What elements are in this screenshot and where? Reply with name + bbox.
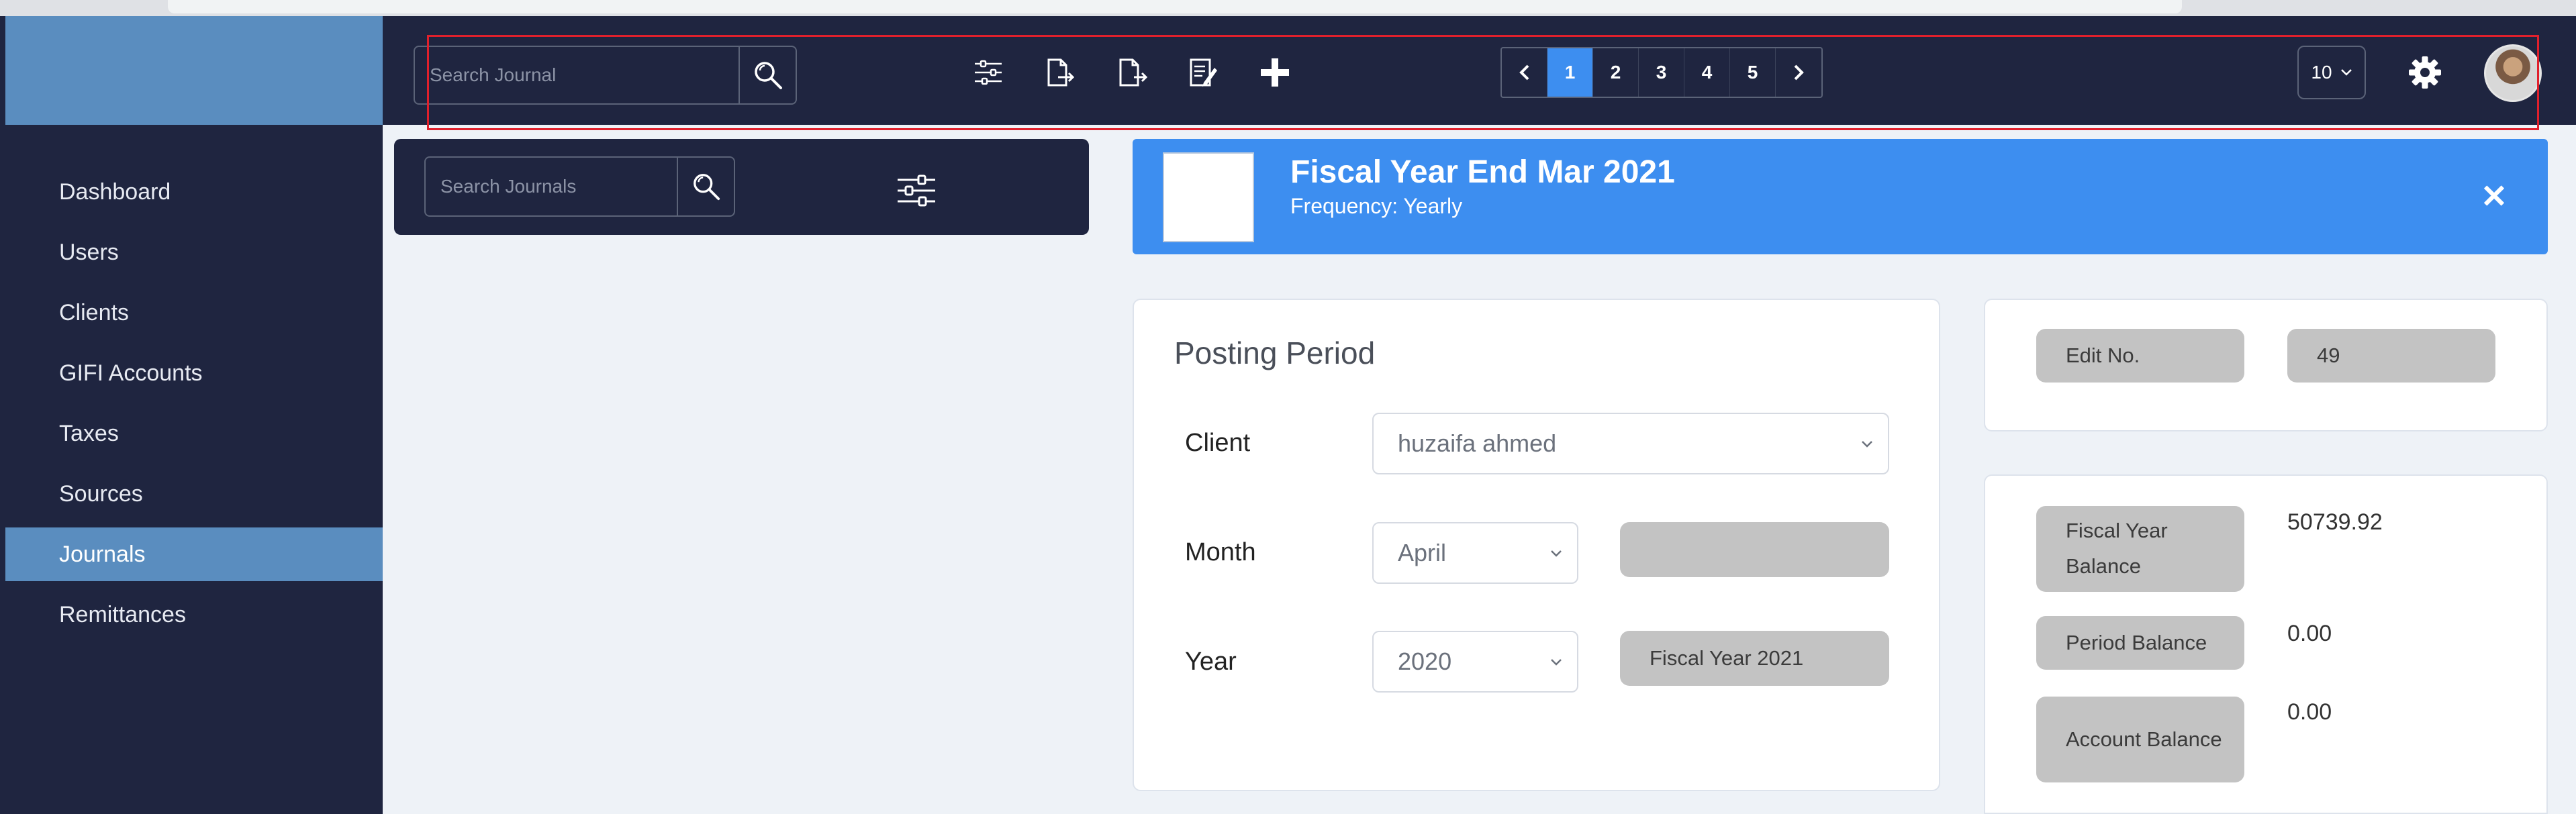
export-file-icon <box>1047 58 1075 87</box>
sidebar-item-label: Journals <box>59 541 146 567</box>
sidebar-nav: Dashboard Users Clients GIFI Accounts Ta… <box>5 165 383 648</box>
journal-title: Fiscal Year End Mar 2021 <box>1290 154 1675 190</box>
page-2-button[interactable]: 2 <box>1593 48 1639 97</box>
balances-card: Fiscal Year Balance 50739.92 Period Bala… <box>1984 474 2548 814</box>
month-select[interactable]: April <box>1372 522 1578 584</box>
gear-icon <box>2409 56 2441 89</box>
search-icon <box>693 174 720 201</box>
brand-area <box>5 16 383 125</box>
client-label: Client <box>1185 429 1251 457</box>
filter-sliders-icon <box>898 174 935 207</box>
per-page-value: 10 <box>2311 62 2332 83</box>
address-bar[interactable] <box>168 0 2182 13</box>
account-balance-value: 0.00 <box>2287 699 2332 725</box>
account-balance-label: Account Balance <box>2036 697 2244 782</box>
period-balance-label: Period Balance <box>2036 616 2244 670</box>
plus-icon <box>1261 58 1289 87</box>
sidebar-item-label: Sources <box>59 480 143 507</box>
month-value: April <box>1398 539 1447 566</box>
page-5-button[interactable]: 5 <box>1730 48 1776 97</box>
client-select[interactable]: huzaifa ahmed <box>1372 413 1889 474</box>
edit-number-value: 49 <box>2287 329 2495 383</box>
sidebar-item-label: Users <box>59 239 119 265</box>
sidebar-item-label: Remittances <box>59 601 186 627</box>
edit-number-label: Edit No. <box>2036 329 2244 383</box>
next-page-button[interactable] <box>1776 48 1821 97</box>
journal-header: Fiscal Year End Mar 2021 Frequency: Year… <box>1133 139 2548 254</box>
chevron-down-icon <box>1551 659 1562 666</box>
page-1-button[interactable]: 1 <box>1547 48 1593 97</box>
sidebar-item-remittances[interactable]: Remittances <box>5 588 383 642</box>
user-avatar[interactable] <box>2484 44 2542 102</box>
card-title: Posting Period <box>1174 336 1376 370</box>
search-button[interactable] <box>738 47 796 103</box>
import-button[interactable] <box>1112 52 1152 93</box>
search-icon <box>754 62 782 89</box>
chevron-left-icon <box>1519 64 1529 81</box>
journal-search <box>414 46 797 105</box>
chevron-down-icon <box>2340 69 2352 76</box>
close-icon: ✕ <box>2480 179 2508 215</box>
sidebar-item-dashboard[interactable]: Dashboard <box>5 165 383 219</box>
filter-sliders-icon <box>975 60 1002 85</box>
export-button[interactable] <box>1040 52 1080 93</box>
journals-search-input[interactable] <box>426 158 677 215</box>
journals-filter-button[interactable] <box>895 169 938 212</box>
sidebar-item-clients[interactable]: Clients <box>5 286 383 340</box>
sidebar-item-sources[interactable]: Sources <box>5 467 383 521</box>
chevron-down-icon <box>1551 550 1562 557</box>
pagination: 1 2 3 4 5 <box>1500 47 1823 98</box>
fiscal-year-balance-label: Fiscal Year Balance <box>2036 506 2244 592</box>
import-file-icon <box>1119 58 1147 87</box>
add-journal-button[interactable] <box>1255 52 1295 93</box>
journals-search-button[interactable] <box>677 158 734 215</box>
chevron-down-icon <box>1862 441 1872 448</box>
page-3-button[interactable]: 3 <box>1639 48 1684 97</box>
page-4-button[interactable]: 4 <box>1684 48 1730 97</box>
year-label: Year <box>1185 648 1237 676</box>
year-value: 2020 <box>1398 648 1452 675</box>
year-select[interactable]: 2020 <box>1372 631 1578 693</box>
sidebar-item-users[interactable]: Users <box>5 225 383 279</box>
journal-logo <box>1163 152 1254 242</box>
fiscal-year-field: Fiscal Year 2021 <box>1620 631 1889 686</box>
journals-search <box>424 156 735 217</box>
month-extra-field <box>1620 522 1889 577</box>
sidebar-item-taxes[interactable]: Taxes <box>5 407 383 460</box>
browser-chrome <box>0 0 2576 16</box>
edit-number-card: Edit No. 49 <box>1984 299 2548 431</box>
close-button[interactable]: ✕ <box>2475 178 2513 215</box>
period-balance-value: 0.00 <box>2287 621 2332 646</box>
sidebar-item-journals[interactable]: Journals <box>5 527 383 581</box>
per-page-select[interactable]: 10 <box>2297 46 2366 99</box>
settings-button[interactable] <box>2405 52 2445 93</box>
sidebar: Dashboard Users Clients GIFI Accounts Ta… <box>0 16 383 814</box>
filter-button[interactable] <box>968 52 1008 93</box>
edit-journal-button[interactable] <box>1183 52 1223 93</box>
edit-document-icon <box>1190 58 1217 87</box>
sidebar-item-label: GIFI Accounts <box>59 360 203 386</box>
posting-period-card: Posting Period Client huzaifa ahmed Mont… <box>1133 299 1940 791</box>
month-label: Month <box>1185 538 1256 566</box>
fiscal-year-balance-value: 50739.92 <box>2287 509 2383 535</box>
search-input[interactable] <box>415 47 738 103</box>
sidebar-item-label: Taxes <box>59 420 119 446</box>
client-value: huzaifa ahmed <box>1398 429 1557 457</box>
sidebar-item-label: Dashboard <box>59 179 171 205</box>
sidebar-item-label: Clients <box>59 299 129 325</box>
prev-page-button[interactable] <box>1502 48 1547 97</box>
sidebar-item-gifi-accounts[interactable]: GIFI Accounts <box>5 346 383 400</box>
journal-frequency: Frequency: Yearly <box>1290 194 1463 218</box>
chevron-right-icon <box>1794 64 1804 81</box>
